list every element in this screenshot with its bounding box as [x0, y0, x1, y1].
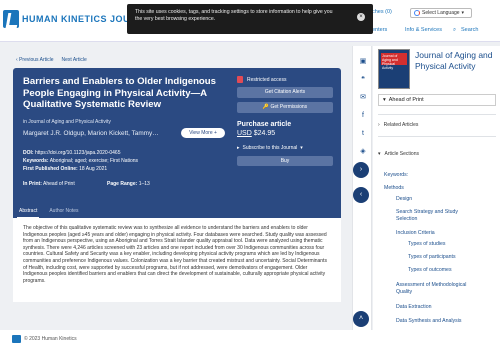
- article-tabs: Abstract Author Notes: [13, 206, 81, 218]
- abstract-body: The objective of this qualitative system…: [13, 218, 341, 302]
- subscribe-select[interactable]: ▸ Subscribe to this Journal ▾: [237, 145, 337, 151]
- issue-select[interactable]: ▾ Ahead of Print: [378, 94, 496, 106]
- close-icon[interactable]: ×: [357, 13, 365, 21]
- cookie-text: This site uses cookies, tags, and tracki…: [135, 9, 333, 22]
- keywords-row: Keywords: Aboriginal; aged; exercise; Fi…: [23, 158, 139, 164]
- twitter-icon[interactable]: t: [359, 130, 367, 138]
- subscribe-toggle-icon: ▸: [237, 145, 240, 151]
- logo-text: HUMAN KINETICS JOU: [22, 14, 131, 24]
- chevron-down-icon: ▾: [378, 151, 381, 157]
- price: USD $24.95: [237, 130, 276, 137]
- scroll-top-button[interactable]: ˄: [353, 311, 369, 327]
- toc-data-synthesis[interactable]: Data Synthesis and Analysis: [396, 318, 461, 325]
- divider: [378, 114, 496, 115]
- lock-icon: [237, 76, 243, 83]
- authors[interactable]: Margaret J.R. Oldgup, Marion Kickett, Ta…: [23, 130, 159, 137]
- toc-types-of-studies[interactable]: Types of studies: [408, 241, 446, 248]
- doi-link[interactable]: https://doi.org/10.1123/japa.2020-0465: [35, 150, 121, 156]
- copyright: © 2023 Human Kinetics: [24, 336, 77, 342]
- toc-design[interactable]: Design: [396, 196, 412, 203]
- toc-search-strategy[interactable]: Search Strategy and Study Selection: [396, 209, 476, 222]
- toc-types-of-participants[interactable]: Types of participants: [408, 254, 456, 261]
- chevron-down-icon: ▾: [300, 145, 303, 151]
- language-label: Select Language: [422, 10, 460, 16]
- nav-search[interactable]: Search: [461, 27, 478, 33]
- citation-alerts-button[interactable]: Get Citation Alerts: [237, 87, 333, 98]
- nav-centers[interactable]: enters: [372, 27, 387, 33]
- nav-info-services[interactable]: Info & Services: [405, 27, 442, 33]
- search-history-link[interactable]: ches (0): [372, 9, 392, 15]
- permissions-button[interactable]: 🔑 Get Permissions: [237, 102, 333, 113]
- tab-author-notes[interactable]: Author Notes: [47, 206, 80, 218]
- journal-line[interactable]: in Journal of Aging and Physical Activit…: [23, 119, 111, 125]
- toc-methodological-quality[interactable]: Assessment of Methodological Quality: [396, 282, 482, 295]
- article-pager: ‹ Previous Article Next Article: [16, 57, 87, 63]
- purchase-heading: Purchase article: [237, 121, 292, 128]
- cover-title: Journal of Aging and Physical Activity: [381, 53, 407, 70]
- toc-inclusion-criteria[interactable]: Inclusion Criteria: [396, 230, 435, 237]
- published-row: First Published Online: 18 Aug 2021: [23, 166, 108, 172]
- related-articles-toggle[interactable]: › Related Articles: [378, 122, 418, 128]
- google-icon: [414, 10, 420, 16]
- footer-logo-icon: [12, 335, 21, 343]
- tab-abstract[interactable]: Abstract: [17, 206, 40, 218]
- search-icon[interactable]: ⌕: [453, 27, 456, 34]
- article-header: Barriers and Enablers to Older Indigenou…: [13, 68, 341, 218]
- mendeley-icon[interactable]: ◈: [359, 148, 367, 156]
- page-range-row: Page Range: 1–13: [107, 181, 150, 187]
- view-more-button[interactable]: View More +: [181, 128, 225, 138]
- site-logo[interactable]: HUMAN KINETICS JOU: [3, 10, 130, 28]
- access-box: Restricted access Get Citation Alerts 🔑 …: [237, 76, 337, 166]
- language-select[interactable]: Select Language ▾: [410, 8, 472, 18]
- chevron-down-icon: ▾: [461, 10, 465, 16]
- toc-methods[interactable]: Methods: [384, 185, 404, 192]
- doi-row: DOI: https://doi.org/10.1123/japa.2020-0…: [23, 150, 121, 156]
- next-article-link[interactable]: Next Article: [62, 57, 87, 63]
- article-sections-toggle[interactable]: ▾ Article Sections: [378, 151, 419, 157]
- toc-keywords[interactable]: Keywords:: [384, 172, 408, 179]
- panel-expand-button[interactable]: ›: [353, 162, 369, 178]
- in-print-row: In Print: Ahead of Print: [23, 181, 75, 187]
- toc-types-of-outcomes[interactable]: Types of outcomes: [408, 267, 452, 274]
- journal-cover[interactable]: Journal of Aging and Physical Activity: [378, 49, 410, 89]
- email-icon[interactable]: ✉: [359, 94, 367, 102]
- cookie-banner: This site uses cookies, tags, and tracki…: [127, 4, 373, 34]
- restricted-access: Restricted access: [237, 76, 337, 83]
- chevron-right-icon: ›: [378, 122, 380, 128]
- previous-article-link[interactable]: ‹ Previous Article: [16, 57, 54, 63]
- logo-mark-icon: [3, 10, 19, 28]
- journal-title-link[interactable]: Journal of Aging and Physical Activity: [415, 50, 497, 71]
- site-footer: © 2023 Human Kinetics: [0, 330, 500, 348]
- cite-icon[interactable]: ❝: [359, 76, 367, 84]
- panel-collapse-button[interactable]: ‹: [353, 187, 369, 203]
- journal-sidebar: Journal of Aging and Physical Activity J…: [373, 46, 500, 330]
- save-icon[interactable]: ▣: [359, 58, 367, 66]
- chevron-down-icon: ▾: [383, 97, 386, 103]
- divider: [378, 136, 496, 137]
- article-title: Barriers and Enablers to Older Indigenou…: [23, 76, 216, 110]
- buy-button[interactable]: Buy: [237, 156, 333, 166]
- facebook-icon[interactable]: f: [359, 112, 367, 120]
- toc-data-extraction[interactable]: Data Extraction: [396, 304, 431, 311]
